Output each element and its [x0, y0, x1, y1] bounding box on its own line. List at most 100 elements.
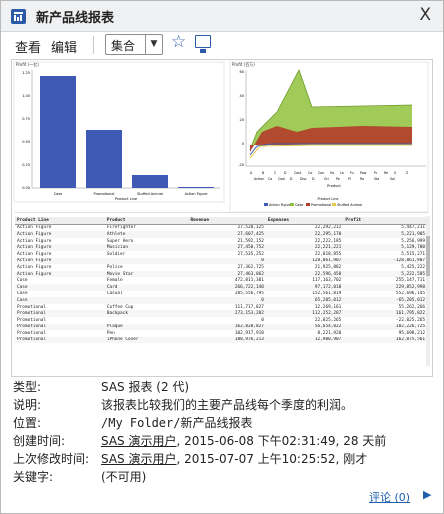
property-label: 关键字:	[13, 470, 54, 484]
table-cell: 5,221,905	[343, 231, 427, 238]
right-xtick-row2: Sta	[374, 177, 379, 181]
table-cell: 266,722,140	[188, 283, 266, 291]
right-ytick: 40	[240, 94, 244, 98]
view-menu[interactable]: 查看	[15, 37, 41, 56]
edit-menu[interactable]: 编辑	[51, 37, 77, 56]
table-cell: 102,917,918	[234, 330, 264, 336]
table-cell: 162,075,561	[343, 336, 427, 344]
left-bar-action-figure	[178, 187, 214, 188]
table-cell: Action Figure	[17, 264, 52, 270]
table-cell: 22,025,265	[314, 317, 342, 323]
toolbar-separator	[93, 36, 94, 54]
table-cell: Action Figure	[15, 231, 105, 238]
left-xtick: Promotional	[94, 192, 115, 196]
column-header: Revenue	[188, 217, 266, 225]
table-cell: Action Figure	[15, 270, 105, 278]
right-ytick: 0	[242, 142, 244, 146]
table-cell: Promotional	[17, 317, 47, 323]
table-row: Promotional 0 22,025,265 -22,025,265	[15, 317, 427, 324]
favorite-star-icon[interactable]: ☆	[171, 32, 186, 52]
table-cell: Soldier	[106, 251, 126, 257]
right-xtick: S	[394, 171, 396, 175]
left-ytick: 1.25	[22, 71, 30, 75]
left-ytick: 0.50	[22, 140, 30, 144]
table-cell: 111,717,827	[234, 304, 264, 310]
table-cell: 5,129,700	[343, 244, 427, 251]
property-value: 该报表比较我们的主要产品线每个季度的利润。	[101, 398, 354, 412]
table-cell: Coffee Cup	[106, 304, 134, 310]
right-xtick: Re	[384, 171, 388, 175]
table-cell: iPhone Cover	[104, 336, 189, 344]
right-xtick-row2: Pl	[348, 177, 351, 181]
table-cell: Promotional	[17, 304, 47, 310]
collection-select[interactable]: 集合 ▼	[105, 34, 163, 55]
table-row: Action Figure Movie Star 27,463,062 22,596,…	[15, 270, 427, 278]
right-xtick: Fu	[350, 171, 354, 175]
table-row: Case Casual 205,556,795 152,561,819 552,696,…	[15, 291, 427, 298]
table-cell: 472,811,301	[234, 278, 264, 284]
table-cell: 5,222,585	[343, 270, 427, 278]
table-cell: 0	[188, 297, 266, 304]
right-xtick-row2: Ra	[360, 177, 364, 181]
table-cell: 27,535,252	[237, 251, 264, 257]
table-cell: Action Figure	[17, 251, 52, 257]
table-cell: 8,221,920	[317, 330, 342, 336]
table-cell: Female	[106, 278, 123, 284]
table-cell: Athlete	[104, 231, 189, 238]
table-scrollbar[interactable]	[426, 216, 430, 366]
scrollbar-thumb[interactable]	[426, 236, 430, 276]
table-cell: 152,561,819	[312, 291, 342, 297]
table-cell: Case	[15, 297, 105, 304]
legend-item: Stuffed Animal	[337, 203, 362, 207]
table-cell: 273,153,282	[188, 310, 266, 317]
right-xtick-row2: Action	[254, 177, 264, 181]
table-row: Action Figure Soldier 27,535,252 22,018,855…	[15, 251, 427, 258]
toolbar: 查看 编辑 集合 ▼ ☆	[1, 32, 443, 58]
right-xtick-row2: Ca	[268, 177, 272, 181]
right-xtick: Ho	[330, 171, 334, 175]
table-row: Action Figure Athlete 27,607,425 22,295,170…	[15, 231, 427, 238]
modified-by-user-link[interactable]: SAS 演示用户	[101, 452, 176, 466]
table-cell: Promotional	[15, 336, 105, 344]
left-chart-title: Profit (一忆)	[16, 61, 39, 67]
table-cell: 65,205,012	[265, 297, 344, 304]
right-ytick: 20	[240, 118, 244, 122]
property-label: 说明:	[13, 398, 42, 412]
close-icon[interactable]: X	[419, 5, 431, 25]
table-cell: Action Figure	[15, 244, 105, 251]
table-cell: 21,592,152	[237, 238, 264, 244]
table-body: Action Figure Firefighter 27,520,125 22,292…	[15, 224, 427, 344]
right-xtick-row2: Pe	[336, 177, 340, 181]
table-cell: 112,252,287	[265, 310, 344, 317]
created-by-user-link[interactable]: SAS 演示用户	[101, 434, 176, 448]
left-ytick: 0.25	[22, 163, 30, 167]
table-cell: 102,226,725	[343, 323, 427, 331]
present-screen-stand	[200, 49, 206, 53]
table-cell: 95,698,212	[398, 330, 425, 336]
column-header: Product	[104, 217, 189, 225]
table-row: Action Figure Musician 27,450,752 22,221,22…	[15, 244, 427, 251]
table-cell: Movie Star	[104, 270, 189, 278]
table-cell: Promotional	[17, 330, 47, 336]
comments-link[interactable]: 评论 (0)	[369, 489, 410, 505]
column-header: Product Line	[15, 217, 105, 225]
right-legend-title: Product Line	[317, 197, 338, 201]
property-label: 上次修改时间:	[13, 452, 90, 466]
table-cell: Police	[106, 264, 123, 270]
table-row: Action Figure 0 128,061,907 -128,061,907	[15, 257, 427, 265]
right-chart-xlabel: Product	[327, 184, 341, 188]
chevron-right-icon[interactable]: ▶	[423, 488, 431, 501]
table-cell: 5,447,211	[401, 225, 425, 231]
property-value: SAS 演示用户, 2015-06-08 下午02:31:49, 28 天前	[101, 432, 386, 449]
table-cell: 22,222,185	[314, 238, 342, 244]
left-bar-promotional	[86, 130, 122, 188]
table-header-row: Product Line Product Revenue Expenses Pr…	[15, 217, 427, 225]
chevron-down-icon[interactable]: ▼	[145, 35, 162, 54]
table-cell: Action Figure	[15, 257, 105, 265]
table-cell: 5,425,222	[401, 264, 425, 270]
table-row: Promotional Backpack 273,153,282 112,252,28…	[15, 310, 427, 317]
present-screen-icon[interactable]	[195, 35, 211, 48]
right-xtick-row2: Disc	[300, 177, 307, 181]
right-xtick: La	[340, 171, 344, 175]
property-value: SAS 演示用户, 2015-07-07 上午10:25:52, 刚才	[101, 450, 367, 467]
